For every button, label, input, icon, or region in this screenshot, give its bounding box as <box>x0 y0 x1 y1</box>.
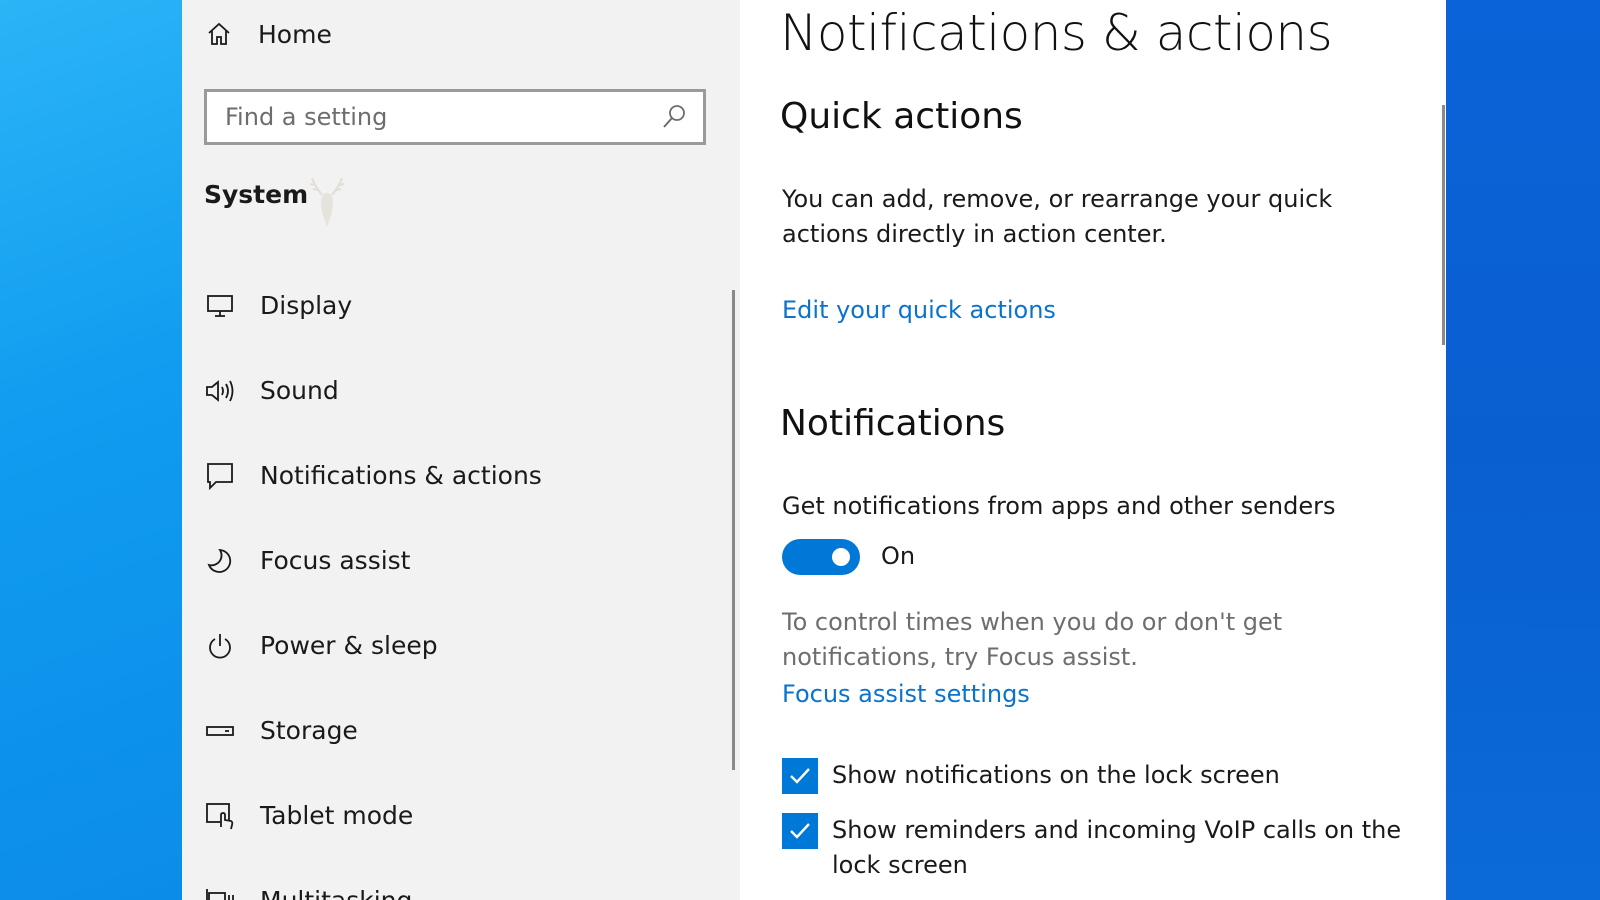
moon-icon <box>204 545 236 577</box>
quick-actions-heading: Quick actions <box>780 96 1023 137</box>
power-icon <box>204 630 236 662</box>
sidebar-item-label: Focus assist <box>260 546 411 575</box>
sidebar-item-sound[interactable]: Sound <box>182 348 722 433</box>
tablet-mode-icon <box>204 800 236 832</box>
toggle-state-label: On <box>881 542 916 570</box>
checkbox-label: Show notifications on the lock screen <box>832 761 1280 789</box>
edit-quick-actions-link[interactable]: Edit your quick actions <box>782 296 1056 324</box>
notification-icon <box>204 460 236 492</box>
sidebar-item-label: Multitasking <box>260 886 412 900</box>
sidebar-scrollbar[interactable] <box>732 290 735 770</box>
checkbox-label: Show reminders and incoming VoIP calls o… <box>832 816 1402 879</box>
sidebar-item-label: Display <box>260 291 353 320</box>
settings-sidebar: Home System Display Sound <box>182 0 740 900</box>
checkmark-icon <box>790 823 810 839</box>
sidebar-item-multitasking[interactable]: Multitasking <box>182 858 722 900</box>
storage-icon <box>204 715 236 747</box>
multitasking-icon <box>204 885 236 900</box>
sidebar-item-label: Storage <box>260 716 358 745</box>
desktop-background-left <box>0 0 182 900</box>
toggle-knob <box>832 548 850 566</box>
search-box[interactable] <box>204 89 706 145</box>
quick-actions-description: You can add, remove, or rearrange your q… <box>782 185 1333 248</box>
notifications-heading: Notifications <box>780 403 1006 444</box>
sidebar-item-tablet-mode[interactable]: Tablet mode <box>182 773 722 858</box>
focus-assist-settings-link[interactable]: Focus assist settings <box>782 680 1030 708</box>
sidebar-item-power-sleep[interactable]: Power & sleep <box>182 603 722 688</box>
sidebar-item-label: Notifications & actions <box>260 461 542 490</box>
sidebar-item-label: Power & sleep <box>260 631 438 660</box>
sidebar-item-storage[interactable]: Storage <box>182 688 722 773</box>
monitor-icon <box>204 290 236 322</box>
section-title: System <box>204 180 309 209</box>
sidebar-nav-list: Display Sound Notifications & actions Fo… <box>182 263 722 900</box>
checkbox-row-reminders-voip: Show reminders and incoming VoIP calls o… <box>782 813 1422 883</box>
deer-watermark-icon <box>307 175 347 235</box>
sidebar-item-label: Sound <box>260 376 339 405</box>
page-title: Notifications & actions <box>780 4 1333 62</box>
search-input[interactable] <box>207 91 659 143</box>
search-icon[interactable] <box>659 102 689 132</box>
speaker-icon <box>204 375 236 407</box>
content-scrollbar[interactable] <box>1442 105 1445 345</box>
settings-content: Notifications & actions Quick actions Yo… <box>740 0 1446 900</box>
sidebar-item-notifications-actions[interactable]: Notifications & actions <box>182 433 722 518</box>
sidebar-item-display[interactable]: Display <box>182 263 722 348</box>
focus-assist-hint: To control times when you do or don't ge… <box>782 608 1283 671</box>
sidebar-item-label: Home <box>258 19 332 49</box>
desktop-background-right <box>1446 0 1600 900</box>
sidebar-item-focus-assist[interactable]: Focus assist <box>182 518 722 603</box>
notifications-toggle[interactable] <box>782 539 860 575</box>
notifications-toggle-caption: Get notifications from apps and other se… <box>782 492 1336 520</box>
reminders-voip-checkbox[interactable] <box>782 813 818 849</box>
lock-screen-notifications-checkbox[interactable] <box>782 758 818 794</box>
checkbox-row-lock-screen-notifications: Show notifications on the lock screen <box>782 758 1422 794</box>
sidebar-item-label: Tablet mode <box>260 801 414 830</box>
checkmark-icon <box>790 768 810 784</box>
sidebar-item-home[interactable]: Home <box>204 14 332 54</box>
home-icon <box>204 19 234 49</box>
